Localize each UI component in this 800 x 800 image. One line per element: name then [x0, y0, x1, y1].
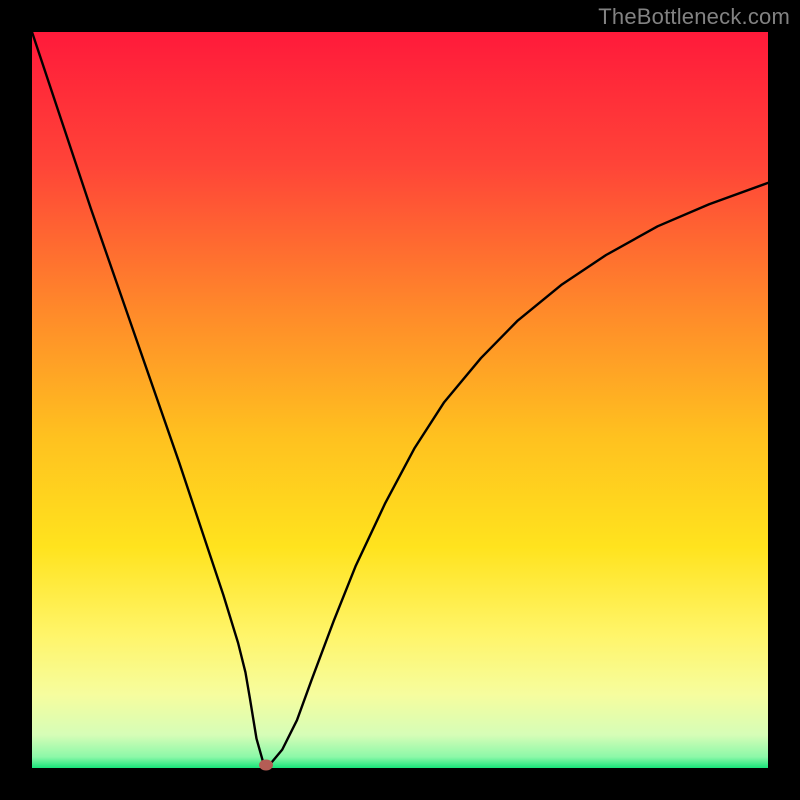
optimal-point-marker: [259, 760, 273, 771]
curve-path: [32, 32, 768, 763]
bottleneck-curve: [32, 32, 768, 768]
watermark-text: TheBottleneck.com: [598, 4, 790, 30]
plot-area: [32, 32, 768, 768]
chart-frame: TheBottleneck.com: [0, 0, 800, 800]
